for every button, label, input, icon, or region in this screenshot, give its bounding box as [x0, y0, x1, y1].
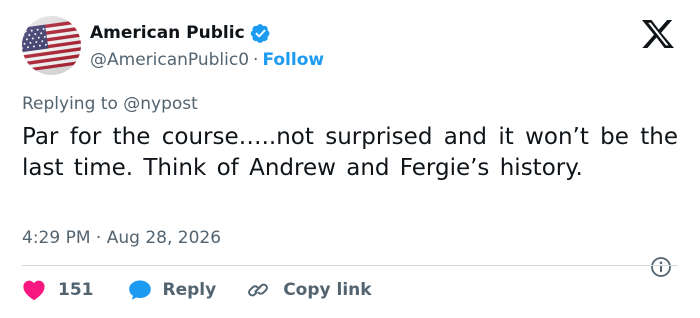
tweet-text: Par for the course…..not surprised and i…	[22, 124, 678, 181]
link-icon	[248, 283, 269, 297]
author-handle[interactable]: @AmericanPublic0	[90, 50, 249, 70]
reply-button[interactable]: Reply	[128, 279, 217, 301]
info-icon[interactable]	[650, 256, 672, 278]
heart-icon	[23, 280, 45, 301]
follow-button[interactable]: Follow	[262, 50, 324, 70]
copy-link-button[interactable]: Copy link	[246, 279, 372, 301]
x-logo-icon[interactable]	[640, 18, 676, 50]
tweet-card: American Public @AmericanPublic0 · Follo…	[0, 0, 700, 318]
avatar[interactable]	[22, 16, 81, 75]
timestamp-separator: ·	[95, 228, 102, 248]
author-handle-row: @AmericanPublic0 · Follow	[90, 49, 324, 71]
speech-bubble-icon	[128, 280, 151, 300]
like-count: 151	[58, 280, 94, 300]
x-logo-glyph	[642, 20, 674, 48]
like-button[interactable]: 151	[22, 279, 94, 301]
author-name-row: American Public	[90, 22, 271, 44]
separator-dot: ·	[253, 50, 259, 70]
action-bar: 151 Reply Copy link	[22, 278, 372, 302]
reply-label: Reply	[162, 280, 217, 300]
american-flag-avatar-image	[22, 16, 81, 75]
divider	[22, 265, 678, 266]
tweet-date: Aug 28, 2026	[106, 228, 222, 248]
tweet-timestamp[interactable]: 4:29 PM · Aug 28, 2026	[22, 228, 221, 248]
copy-link-label: Copy link	[283, 280, 372, 300]
replying-to-mention[interactable]: @nypost	[123, 94, 198, 114]
author-display-name[interactable]: American Public	[90, 23, 245, 43]
verified-badge-icon	[250, 23, 270, 43]
replying-to: Replying to @nypost	[22, 94, 198, 114]
replying-to-prefix: Replying to	[22, 94, 118, 114]
tweet-time: 4:29 PM	[22, 228, 91, 248]
